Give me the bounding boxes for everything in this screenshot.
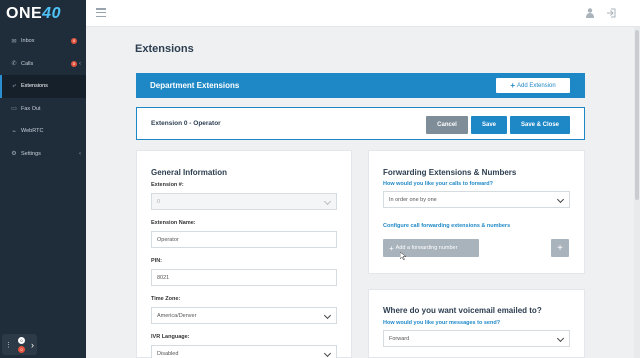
chevron-down-icon — [323, 311, 332, 320]
logo-prefix: ONE — [6, 5, 43, 22]
plus-icon: + — [557, 242, 563, 254]
sidebar: ONE40 ✉ Inbox 0 ✆ Calls 0 ‹ ⤶ Extensions… — [0, 0, 86, 358]
add-extension-label: Add Extension — [516, 82, 556, 89]
sidebar-item-label: Fax Out — [21, 105, 41, 112]
page-scrollbar-thumb[interactable] — [635, 30, 639, 200]
department-title: Department Extensions — [150, 81, 240, 90]
chevron-left-icon: ‹ — [79, 150, 81, 157]
department-extensions-bar: Department Extensions + Add Extension — [136, 73, 585, 98]
pin-input[interactable]: 8021 — [151, 269, 337, 286]
sidebar-item-calls[interactable]: ✆ Calls 0 ‹ — [0, 53, 86, 76]
forward-order-value: In order one by one — [389, 196, 437, 203]
add-forwarding-number-button[interactable]: + Add a forwarding number — [383, 239, 479, 257]
extensions-icon: ⤶ — [12, 82, 16, 89]
chevron-down-icon — [556, 195, 565, 204]
sidebar-item-label: Settings — [21, 150, 41, 157]
logo-suffix: 40 — [42, 5, 61, 22]
sidebar-item-settings[interactable]: ⚙ Settings ‹ — [0, 143, 86, 166]
chevron-down-icon — [556, 334, 565, 343]
card-title: Where do you want voicemail emailed to? — [383, 306, 542, 315]
sidebar-item-fax-out[interactable]: ▭ Fax Out — [0, 98, 86, 121]
webrtc-icon: ⌁ — [12, 128, 16, 135]
softphone-widget[interactable]: ⋮ 0 0 › — [2, 334, 37, 355]
inbox-count-badge: 0 — [71, 38, 77, 45]
extension-name-value: Operator — [157, 236, 179, 243]
logout-icon[interactable] — [606, 8, 616, 18]
sidebar-item-label: Extensions — [21, 83, 48, 90]
calls-count-badge: 0 — [71, 60, 77, 67]
add-forwarding-label: Add a forwarding number — [395, 245, 458, 251]
extension-number-label: Extension #: — [151, 182, 184, 188]
voicemail-card: Where do you want voicemail emailed to? … — [368, 289, 585, 358]
widget-status-badge: 0 — [18, 336, 25, 344]
ivr-language-label: IVR Language: — [151, 334, 190, 340]
gear-icon: ⚙ — [11, 151, 17, 158]
brand-logo[interactable]: ONE40 — [0, 0, 86, 28]
plus-icon: + — [389, 243, 394, 253]
phone-icon: ✆ — [11, 61, 17, 68]
fax-icon: ▭ — [11, 106, 17, 113]
pin-label: PIN: — [151, 258, 162, 264]
forward-order-select[interactable]: In order one by one — [383, 191, 570, 208]
user-icon[interactable] — [586, 8, 594, 18]
extension-title: Extension 0 - Operator — [151, 120, 221, 127]
voicemail-question-label: How would you like your messages to send… — [383, 320, 501, 326]
extension-name-input[interactable]: Operator — [151, 231, 337, 248]
general-information-card: General Information Extension #: 0 Exten… — [136, 150, 352, 358]
extension-number-value: 0 — [157, 198, 161, 205]
mouse-pointer-icon — [400, 252, 406, 260]
sidebar-nav: ✉ Inbox 0 ✆ Calls 0 ‹ ⤶ Extensions ▭ Fax… — [0, 30, 86, 165]
forward-question-label: How would you like your calls to forward… — [383, 181, 494, 187]
add-row-button[interactable]: + — [551, 239, 569, 257]
timezone-value: America/Denver — [157, 312, 197, 319]
envelope-icon: ✉ — [11, 38, 17, 45]
chevron-right-icon[interactable]: › — [31, 340, 34, 350]
page-title: Extensions — [135, 43, 194, 55]
save-button[interactable]: Save — [471, 116, 507, 134]
cancel-button[interactable]: Cancel — [426, 116, 468, 134]
extension-number-select: 0 — [151, 193, 337, 210]
chevron-down-icon — [323, 197, 332, 206]
widget-alert-badge: 0 — [18, 345, 25, 353]
sidebar-item-label: WebRTC — [21, 128, 44, 135]
ivr-language-select[interactable]: Disabled — [151, 345, 337, 358]
voicemail-mode-select[interactable]: Forward — [383, 330, 570, 347]
sidebar-item-label: Inbox — [21, 38, 35, 45]
pin-value: 8021 — [157, 274, 170, 281]
chevron-down-icon — [323, 349, 332, 358]
add-extension-button[interactable]: + Add Extension — [496, 78, 570, 93]
sidebar-item-label: Calls — [21, 60, 34, 67]
sidebar-item-inbox[interactable]: ✉ Inbox 0 — [0, 30, 86, 53]
card-title: Forwarding Extensions & Numbers — [383, 168, 517, 177]
save-and-close-button[interactable]: Save & Close — [510, 116, 570, 134]
extension-header-bar: Extension 0 - Operator Cancel Save Save … — [136, 107, 585, 140]
top-bar — [86, 0, 640, 27]
sidebar-item-extensions[interactable]: ⤶ Extensions — [0, 75, 86, 98]
voicemail-mode-value: Forward — [389, 335, 410, 342]
timezone-select[interactable]: America/Denver — [151, 307, 337, 324]
plus-icon: + — [510, 81, 515, 90]
hamburger-menu-icon[interactable] — [96, 8, 106, 17]
sidebar-item-webrtc[interactable]: ⌁ WebRTC — [0, 120, 86, 143]
timezone-label: Time Zone: — [151, 296, 181, 302]
chevron-left-icon: ‹ — [79, 60, 81, 67]
ivr-language-value: Disabled — [157, 350, 179, 357]
configure-forwarding-link[interactable]: Configure call forwarding extensions & n… — [383, 223, 510, 229]
extension-name-label: Extension Name: — [151, 220, 196, 226]
card-title: General Information — [151, 168, 228, 177]
grip-icon[interactable]: ⋮ — [5, 341, 12, 349]
